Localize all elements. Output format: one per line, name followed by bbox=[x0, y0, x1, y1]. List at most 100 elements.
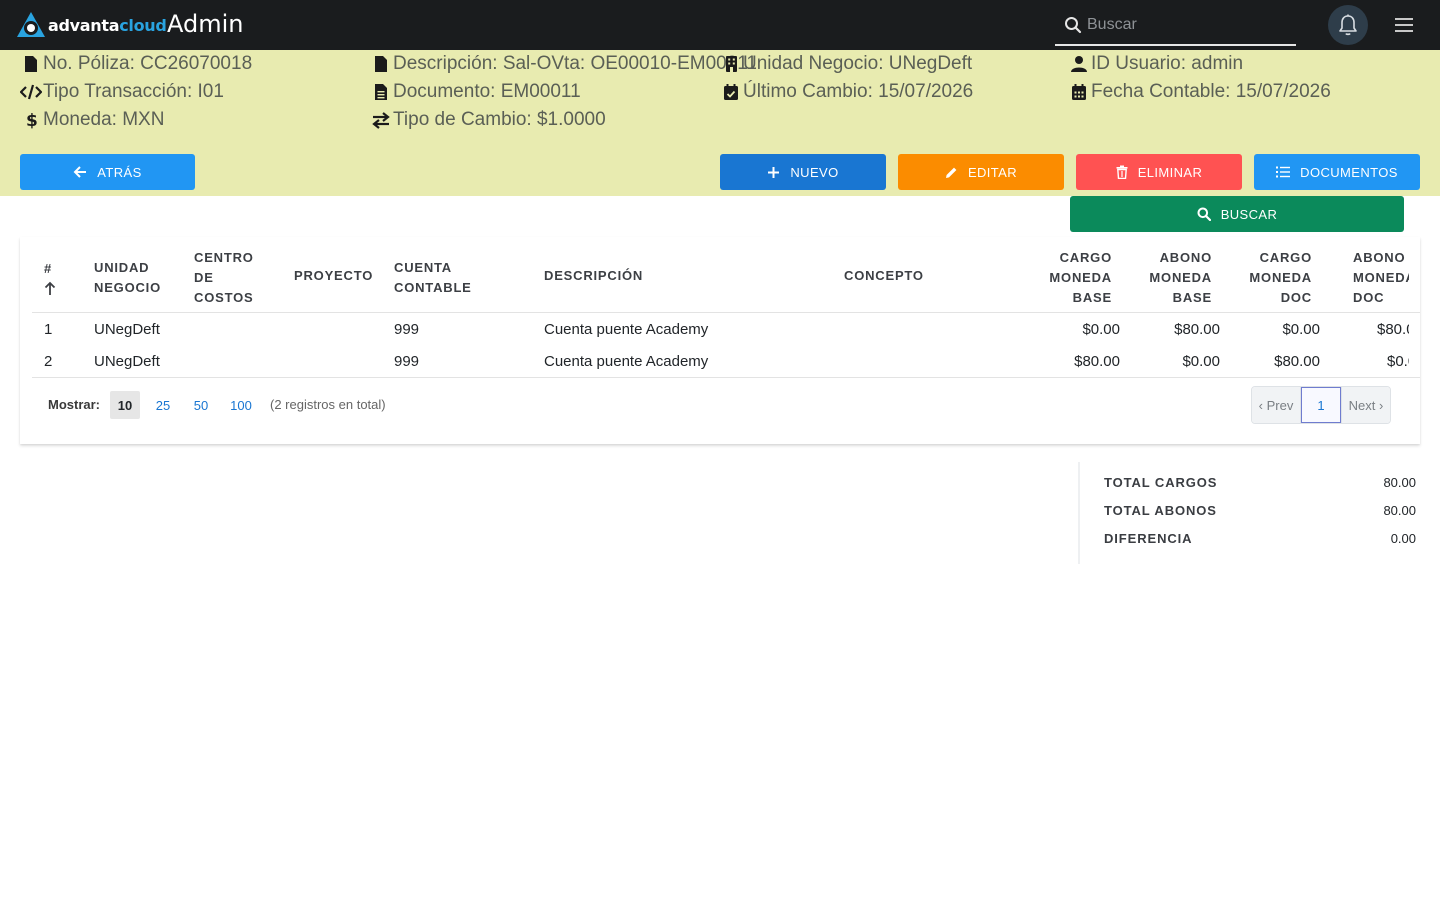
svg-text:$: $ bbox=[26, 111, 38, 130]
bell-icon bbox=[1339, 14, 1357, 36]
cell-num: 1 bbox=[44, 321, 53, 338]
info-documento: Documento: EM00011 bbox=[370, 81, 581, 103]
documents-button[interactable]: DOCUMENTOS bbox=[1254, 154, 1420, 190]
info-unidad-negocio: Unidad Negocio: UNegDeft bbox=[720, 53, 972, 75]
col-header-abono-moneda-base[interactable]: ABONO MONEDA BASE bbox=[1120, 248, 1212, 308]
search-button[interactable]: BUSCAR bbox=[1070, 196, 1404, 232]
total-cargos-value: 80.00 bbox=[1383, 475, 1416, 490]
id-usuario-value: ID Usuario: admin bbox=[1091, 53, 1244, 74]
col-header-abono-moneda-doc[interactable]: ABONO MONEDA DOC bbox=[1353, 248, 1409, 308]
tipo-transaccion-value: Tipo Transacción: I01 bbox=[43, 81, 224, 102]
diferencia-label: DIFERENCIA bbox=[1104, 531, 1193, 546]
plus-icon bbox=[768, 166, 780, 178]
col-header-unidad-negocio[interactable]: UNIDAD NEGOCIO bbox=[94, 258, 161, 298]
cell-descripcion: Cuenta puente Academy bbox=[544, 321, 709, 338]
col-header-proyecto[interactable]: PROYECTO bbox=[294, 266, 373, 286]
fecha-contable-value: Fecha Contable: 15/07/2026 bbox=[1091, 81, 1331, 102]
brand-logo[interactable]: advantacloud bbox=[16, 11, 167, 39]
exchange-icon bbox=[372, 112, 390, 129]
cell-cuenta-contable: 999 bbox=[394, 353, 420, 370]
page-size-option[interactable]: 10 bbox=[110, 391, 140, 419]
cell-cuenta-contable: 999 bbox=[394, 321, 420, 338]
building-icon bbox=[725, 56, 737, 72]
cell-abono-moneda-doc: $0.00 bbox=[1387, 353, 1409, 370]
header-divider bbox=[32, 312, 1420, 313]
moneda-value: Moneda: MXN bbox=[43, 109, 165, 130]
pagination-prev[interactable]: ‹ Prev bbox=[1252, 387, 1301, 423]
page-size-option[interactable]: 50 bbox=[186, 391, 216, 419]
poliza-value: No. Póliza: CC26070018 bbox=[43, 53, 253, 74]
pagination-next[interactable]: Next › bbox=[1341, 387, 1390, 423]
footer-divider bbox=[32, 377, 1420, 378]
unidad-negocio-value: Unidad Negocio: UNegDeft bbox=[743, 53, 973, 74]
tipo-cambio-value: Tipo de Cambio: $1.0000 bbox=[393, 109, 606, 130]
info-tipo-transaccion: Tipo Transacción: I01 bbox=[20, 81, 224, 103]
file-icon bbox=[25, 56, 37, 72]
ultimo-cambio-value: Último Cambio: 15/07/2026 bbox=[743, 81, 974, 102]
cell-num: 2 bbox=[44, 353, 53, 370]
cell-unidad-negocio: UNegDeft bbox=[94, 353, 160, 370]
info-id-usuario: ID Usuario: admin bbox=[1068, 53, 1243, 75]
col-header-cargo-moneda-doc[interactable]: CARGO MONEDA DOC bbox=[1220, 248, 1312, 308]
total-cargos-label: TOTAL CARGOS bbox=[1104, 475, 1218, 490]
dollar-icon: $ bbox=[26, 111, 38, 130]
file-lines-icon bbox=[375, 84, 387, 100]
cell-cargo-moneda-base: $0.00 bbox=[1082, 321, 1120, 338]
cell-cargo-moneda-base: $80.00 bbox=[1074, 353, 1120, 370]
page-size-option[interactable]: 100 bbox=[226, 391, 256, 419]
entries-table-card: # UNIDAD NEGOCIO CENTRO DE COSTOS PROYECTO … bbox=[20, 237, 1420, 444]
pencil-icon bbox=[945, 167, 957, 178]
calendar-icon bbox=[1072, 84, 1086, 100]
documento-value: Documento: EM00011 bbox=[393, 81, 581, 102]
delete-button[interactable]: ELIMINAR bbox=[1076, 154, 1242, 190]
app-title: Admin bbox=[167, 10, 244, 38]
sort-arrow-up-icon bbox=[44, 281, 56, 295]
edit-button[interactable]: EDITAR bbox=[898, 154, 1064, 190]
record-count: (2 registros en total) bbox=[270, 397, 386, 412]
cell-abono-moneda-doc: $80.00 bbox=[1377, 321, 1409, 338]
new-button-label: NUEVO bbox=[790, 164, 839, 180]
info-ultimo-cambio: Último Cambio: 15/07/2026 bbox=[720, 81, 973, 103]
col-header-centro-costos[interactable]: CENTRO DE COSTOS bbox=[194, 248, 254, 308]
brand-name-part2: cloud bbox=[119, 15, 167, 35]
back-button-label: ATRÁS bbox=[97, 164, 142, 180]
search-box bbox=[1055, 6, 1296, 46]
brand-logo-icon bbox=[17, 12, 45, 37]
total-abonos-label: TOTAL ABONOS bbox=[1104, 503, 1217, 518]
back-button[interactable]: ATRÁS bbox=[20, 154, 195, 190]
hamburger-menu-icon[interactable] bbox=[1392, 15, 1416, 37]
search-icon bbox=[1197, 207, 1211, 221]
pagination: ‹ Prev 1 Next › bbox=[1251, 386, 1391, 424]
calendar-check-icon bbox=[724, 84, 738, 100]
info-descripcion: Descripción: Sal-OVta: OE00010-EM00011 bbox=[370, 53, 757, 75]
new-button[interactable]: NUEVO bbox=[720, 154, 886, 190]
col-header-num[interactable]: # bbox=[44, 259, 56, 295]
total-abonos-value: 80.00 bbox=[1383, 503, 1416, 518]
col-header-cargo-moneda-base[interactable]: CARGO MONEDA BASE bbox=[1020, 248, 1112, 308]
notifications-button[interactable] bbox=[1328, 5, 1368, 45]
cell-cargo-moneda-doc: $80.00 bbox=[1274, 353, 1320, 370]
arrow-left-icon bbox=[73, 166, 87, 178]
info-tipo-cambio: Tipo de Cambio: $1.0000 bbox=[370, 109, 606, 131]
pagination-page[interactable]: 1 bbox=[1301, 387, 1341, 423]
cell-descripcion: Cuenta puente Academy bbox=[544, 353, 709, 370]
user-icon bbox=[1071, 56, 1087, 72]
edit-button-label: EDITAR bbox=[967, 164, 1018, 180]
search-input[interactable] bbox=[1087, 12, 1287, 38]
page-size-option[interactable]: 25 bbox=[148, 391, 178, 419]
cell-abono-moneda-base: $0.00 bbox=[1182, 353, 1220, 370]
col-header-descripcion[interactable]: DESCRIPCIÓN bbox=[544, 266, 643, 286]
col-header-cuenta-contable[interactable]: CUENTA CONTABLE bbox=[394, 258, 472, 298]
totals-panel: TOTAL CARGOS 80.00 TOTAL ABONOS 80.00 DI… bbox=[1078, 462, 1420, 564]
page-size-label: Mostrar: bbox=[48, 397, 101, 412]
col-header-concepto[interactable]: CONCEPTO bbox=[844, 266, 924, 286]
cell-unidad-negocio: UNegDeft bbox=[94, 321, 160, 338]
cell-abono-moneda-base: $80.00 bbox=[1174, 321, 1220, 338]
info-fecha-contable: Fecha Contable: 15/07/2026 bbox=[1068, 81, 1331, 103]
top-bar: advantacloud Admin bbox=[0, 0, 1440, 50]
trash-icon bbox=[1116, 165, 1128, 179]
delete-button-label: ELIMINAR bbox=[1137, 164, 1203, 180]
search-icon bbox=[1065, 17, 1082, 34]
info-poliza: No. Póliza: CC26070018 bbox=[20, 53, 252, 75]
search-button-label: BUSCAR bbox=[1220, 206, 1278, 222]
